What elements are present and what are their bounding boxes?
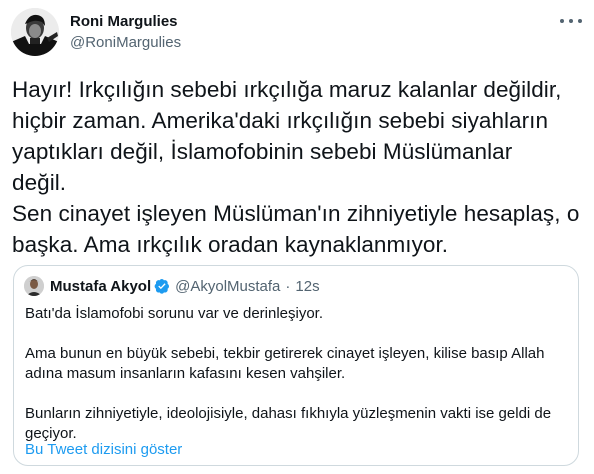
quoted-text-line: Bunların zihniyetiyle, ideolojisiyle, da… — [25, 405, 552, 422]
author-handle[interactable]: @RoniMargulies — [70, 33, 181, 53]
quoted-timestamp[interactable]: 12s — [295, 278, 319, 295]
author-avatar[interactable] — [11, 8, 59, 56]
tweet-text-line: yaptıkları değil, İslamofobinin sebebi M… — [12, 139, 513, 164]
tweet-text-line: Sen cinayet işleyen Müslüman'ın zihniyet… — [12, 201, 580, 226]
quoted-text-line: Batı'da İslamofobi sorunu var ve derinle… — [25, 305, 324, 322]
quoted-author-avatar — [24, 276, 44, 296]
tweet-text-line: değil. — [12, 170, 67, 195]
quoted-author-name: Mustafa Akyol — [50, 277, 152, 295]
author-avatar-image — [11, 8, 59, 56]
quoted-tweet[interactable]: Mustafa Akyol @AkyolMustafa · 12s Batı'd… — [13, 265, 579, 466]
quoted-text-line: Ama bunun en büyük sebebi, tekbir getire… — [25, 345, 545, 362]
more-icon[interactable] — [560, 15, 582, 27]
tweet-text-line: başka. Ama ırkçılık oradan kaynaklanmıyo… — [12, 232, 449, 257]
author-info: Roni Margulies @RoniMargulies — [70, 12, 181, 53]
quoted-author-handle: @AkyolMustafa — [175, 277, 281, 295]
separator-dot: · — [285, 277, 291, 295]
verified-badge-icon — [154, 279, 170, 294]
tweet-text: Hayır! Irkçılığın sebebi ırkçılığa maruz… — [12, 74, 592, 260]
quoted-tweet-text: Batı'da İslamofobi sorunu var ve derinle… — [25, 304, 570, 444]
show-thread-link[interactable]: Bu Tweet dizisini göster — [25, 440, 182, 460]
quoted-tweet-header: Mustafa Akyol @AkyolMustafa · 12s — [24, 276, 320, 296]
tweet-text-line: Hayır! Irkçılığın sebebi ırkçılığa maruz… — [12, 77, 562, 102]
author-name[interactable]: Roni Margulies — [70, 12, 181, 31]
tweet-text-line: hiçbir zaman. Amerika'daki ırkçılığın se… — [12, 108, 549, 133]
tweet-card: Roni Margulies @RoniMargulies Hayır! Irk… — [0, 0, 594, 474]
quoted-text-line: adına masum insanların kafasını kesen va… — [25, 365, 346, 382]
